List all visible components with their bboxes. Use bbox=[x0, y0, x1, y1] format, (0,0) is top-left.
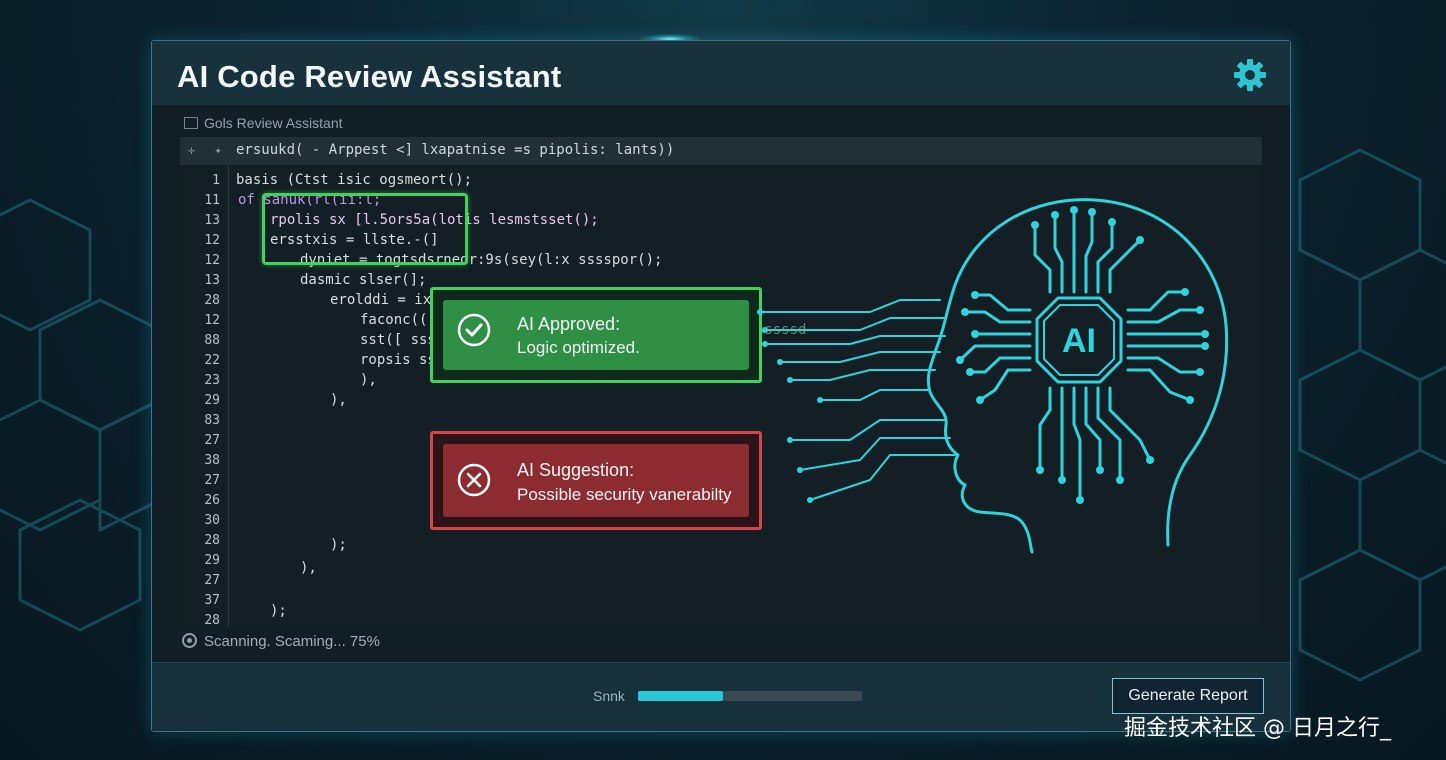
code-line: ), bbox=[360, 372, 377, 388]
toolbar-text: ersuukd( - Arppest <] lxapatnise =s pipo… bbox=[236, 142, 675, 158]
line-number: 1 bbox=[212, 173, 220, 188]
line-number: 88 bbox=[204, 333, 220, 348]
line-number: 23 bbox=[204, 373, 220, 388]
progress-bar bbox=[638, 691, 862, 701]
line-number: 29 bbox=[204, 553, 220, 568]
approved-title: AI Approved: bbox=[517, 314, 621, 334]
line-number: 28 bbox=[204, 533, 220, 548]
line-number: 27 bbox=[204, 473, 220, 488]
line-number: 29 bbox=[204, 393, 220, 408]
line-number: 11 bbox=[204, 193, 220, 208]
approved-code-highlight bbox=[262, 193, 468, 265]
line-number: 37 bbox=[204, 593, 220, 608]
line-number: 13 bbox=[204, 213, 220, 228]
progress-label: Snnk bbox=[593, 688, 625, 704]
approved-card-body: AI Approved: Logic optimized. bbox=[443, 300, 749, 370]
gear-icon[interactable] bbox=[1232, 57, 1268, 93]
check-circle-icon bbox=[457, 313, 491, 347]
line-number: 13 bbox=[204, 273, 220, 288]
line-number: 38 bbox=[204, 453, 220, 468]
line-number: 26 bbox=[204, 493, 220, 508]
code-line: ), bbox=[330, 392, 347, 408]
line-number: 22 bbox=[204, 353, 220, 368]
line-number: 12 bbox=[204, 233, 220, 248]
approved-card: AI Approved: Logic optimized. bbox=[430, 287, 762, 383]
scan-status: Scanning. Scaming... 75% bbox=[182, 633, 380, 650]
code-line: dasmic slser(]; bbox=[300, 272, 427, 288]
file-icon bbox=[184, 117, 198, 129]
scan-status-text: Scanning. Scaming... 75% bbox=[204, 633, 380, 650]
line-number: 30 bbox=[204, 513, 220, 528]
app-window: AI Code Review Assistant Gols Review Ass… bbox=[151, 40, 1291, 732]
line-number: 12 bbox=[204, 313, 220, 328]
code-line: ); bbox=[330, 537, 347, 553]
suggestion-card: AI Suggestion: Possible security vanerab… bbox=[430, 431, 762, 530]
watermark: 掘金技术社区 @ 日月之行_ bbox=[1124, 716, 1391, 741]
code-toolbar: ✛ ✦ ersuukd( - Arppest <] lxapatnise =s … bbox=[180, 137, 1262, 165]
line-number: 12 bbox=[204, 253, 220, 268]
suggestion-card-body: AI Suggestion: Possible security vanerab… bbox=[443, 444, 749, 517]
line-number: 83 bbox=[204, 413, 220, 428]
suggestion-message: Possible security vanerabilty bbox=[517, 485, 732, 504]
approved-message: Logic optimized. bbox=[517, 338, 640, 357]
app-title: AI Code Review Assistant bbox=[177, 59, 562, 94]
title-bar: AI Code Review Assistant bbox=[152, 41, 1290, 105]
line-number-gutter: 1 11 13 12 12 13 28 12 88 22 23 29 83 27… bbox=[180, 165, 229, 628]
generate-report-button[interactable]: Generate Report bbox=[1112, 678, 1264, 714]
panel-subtitle: Gols Review Assistant bbox=[184, 115, 343, 131]
line-number: 27 bbox=[204, 573, 220, 588]
progress-bar-fill bbox=[638, 691, 724, 701]
status-radio-icon bbox=[182, 633, 197, 648]
suggestion-title: AI Suggestion: bbox=[517, 460, 635, 480]
line-number: 27 bbox=[204, 433, 220, 448]
toolbar-icons: ✛ ✦ bbox=[188, 143, 228, 157]
code-line: ), bbox=[300, 560, 317, 576]
main-area: Gols Review Assistant ✛ ✦ ersuukd( - Arp… bbox=[152, 105, 1290, 662]
line-number: 28 bbox=[204, 293, 220, 308]
code-line: faconc(( bbox=[360, 312, 428, 328]
x-circle-icon bbox=[457, 463, 491, 497]
code-line: ); bbox=[270, 603, 287, 619]
footer-bar: Snnk Generate Report bbox=[152, 662, 1290, 731]
code-line: basis (Ctst isic ogsmeort(); bbox=[236, 172, 473, 188]
line-number: 28 bbox=[204, 613, 220, 628]
panel-subtitle-text: Gols Review Assistant bbox=[204, 115, 343, 131]
